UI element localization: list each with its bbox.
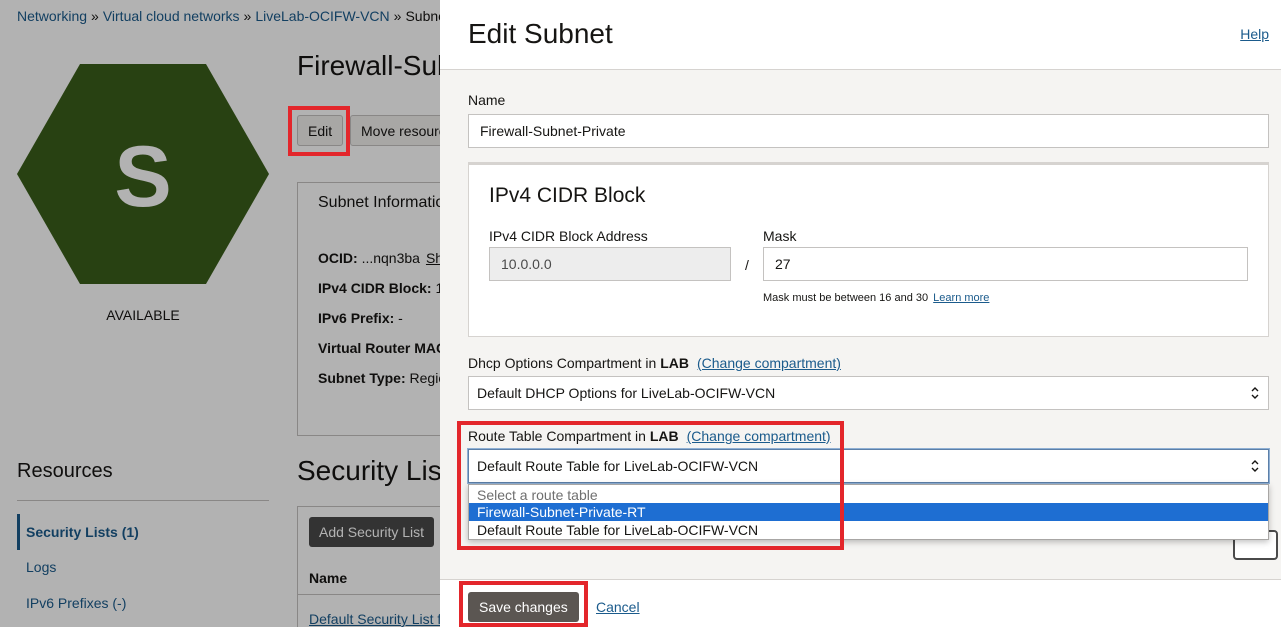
route-option-default-rt[interactable]: Default Route Table for LiveLab-OCIFW-VC… <box>469 521 1268 539</box>
route-table-select[interactable]: Default Route Table for LiveLab-OCIFW-VC… <box>468 449 1269 483</box>
learn-more-link[interactable]: Learn more <box>933 292 989 304</box>
save-changes-button[interactable]: Save changes <box>468 592 579 622</box>
route-compartment: LAB <box>649 428 679 444</box>
dhcp-options-value: Default DHCP Options for LiveLab-OCIFW-V… <box>477 385 776 401</box>
dhcp-options-select[interactable]: Default DHCP Options for LiveLab-OCIFW-V… <box>468 376 1269 410</box>
mask-hint-text: Mask must be between 16 and 30 <box>763 292 929 304</box>
cidr-address-label: IPv4 CIDR Block Address <box>489 228 648 244</box>
dhcp-label-text: Dhcp Options Compartment in <box>468 355 657 371</box>
panel-title: Edit Subnet <box>468 18 613 49</box>
panel-body: Name IPv4 CIDR Block IPv4 CIDR Block Add… <box>440 70 1281 579</box>
dhcp-compartment: LAB <box>660 355 689 371</box>
cancel-link[interactable]: Cancel <box>596 599 640 615</box>
name-input[interactable] <box>468 114 1269 148</box>
route-table-dropdown: Select a route table Firewall-Subnet-Pri… <box>468 484 1269 540</box>
cidr-address-input <box>489 247 731 281</box>
panel-footer: Save changes Cancel <box>440 579 1281 627</box>
select-arrows-icon <box>1251 387 1259 399</box>
ipv4-cidr-card: IPv4 CIDR Block IPv4 CIDR Block Address … <box>468 162 1269 337</box>
help-link[interactable]: Help <box>1240 26 1269 42</box>
edit-subnet-panel: Edit Subnet Help Name IPv4 CIDR Block IP… <box>440 0 1281 627</box>
route-table-label: Route Table Compartment in LAB (Change co… <box>468 428 831 444</box>
route-table-value: Default Route Table for LiveLab-OCIFW-VC… <box>477 458 759 474</box>
mask-label: Mask <box>763 228 797 244</box>
panel-header: Edit Subnet Help <box>440 0 1281 70</box>
cidr-slash: / <box>745 257 749 273</box>
dhcp-label: Dhcp Options Compartment in LAB (Change c… <box>468 355 841 371</box>
route-option-placeholder[interactable]: Select a route table <box>469 486 1268 504</box>
route-change-compartment-link[interactable]: (Change compartment) <box>687 428 831 444</box>
route-option-firewall-rt[interactable]: Firewall-Subnet-Private-RT <box>469 503 1268 521</box>
select-arrows-icon <box>1251 460 1259 472</box>
name-label: Name <box>468 92 506 108</box>
modal-overlay[interactable] <box>0 0 440 627</box>
dhcp-change-compartment-link[interactable]: (Change compartment) <box>697 355 841 371</box>
route-label-text: Route Table Compartment in <box>468 428 646 444</box>
mask-hint: Mask must be between 16 and 30 Learn mor… <box>763 292 989 304</box>
ipv4-cidr-title: IPv4 CIDR Block <box>489 184 646 207</box>
mask-input[interactable] <box>763 247 1248 281</box>
